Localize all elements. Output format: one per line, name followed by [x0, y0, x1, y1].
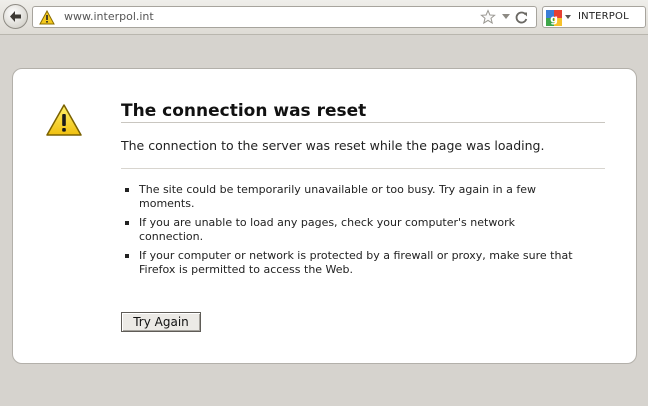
reason-list: The site could be temporarily unavailabl…: [121, 183, 576, 282]
error-page-container: The connection was reset The connection …: [12, 68, 637, 364]
error-title: The connection was reset: [121, 101, 367, 121]
svg-text:g: g: [550, 13, 558, 26]
try-again-button[interactable]: Try Again: [121, 312, 201, 332]
google-icon[interactable]: g: [546, 10, 562, 26]
list-item: If you are unable to load any pages, che…: [121, 216, 576, 244]
list-item: The site could be temporarily unavailabl…: [121, 183, 576, 211]
chevron-down-icon[interactable]: [502, 14, 510, 20]
reload-icon[interactable]: [514, 10, 529, 25]
url-bar[interactable]: www.interpol.int: [32, 6, 537, 28]
browser-toolbar: www.interpol.int g INTERPOL: [0, 0, 648, 35]
list-item: If your computer or network is protected…: [121, 249, 576, 277]
error-description: The connection to the server was reset w…: [121, 138, 545, 153]
reason-text: The site could be temporarily unavailabl…: [139, 183, 537, 210]
bullet: [125, 221, 129, 225]
back-button[interactable]: [3, 4, 28, 29]
bullet: [125, 188, 129, 192]
search-bar[interactable]: g INTERPOL: [542, 6, 646, 28]
engine-dropdown-icon[interactable]: [565, 15, 571, 19]
bullet: [125, 254, 129, 258]
reason-text: If your computer or network is protected…: [139, 249, 573, 276]
description-divider: [121, 168, 605, 169]
search-input[interactable]: INTERPOL: [578, 11, 629, 22]
warning-icon[interactable]: [39, 10, 55, 25]
reason-text: If you are unable to load any pages, che…: [139, 216, 515, 243]
warning-triangle-icon: [46, 104, 82, 136]
star-icon[interactable]: [480, 9, 496, 25]
url-text[interactable]: www.interpol.int: [64, 10, 154, 23]
title-divider: [121, 122, 605, 123]
back-arrow-icon: [10, 11, 21, 22]
